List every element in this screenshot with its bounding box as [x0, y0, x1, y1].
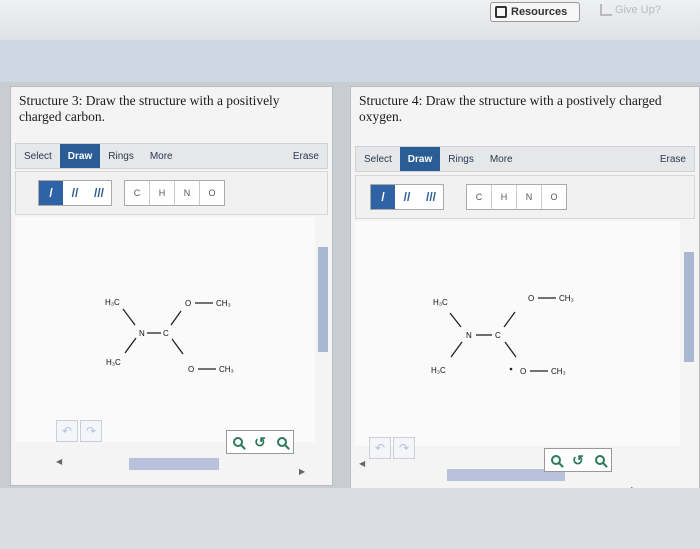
zoom-out-icon[interactable] — [271, 431, 293, 453]
hydrogen-button[interactable]: H — [150, 181, 175, 205]
atom-o-top: O — [185, 299, 191, 308]
carbon-button[interactable]: C — [125, 181, 150, 205]
undo-icon[interactable]: ↶ — [56, 420, 78, 442]
undo-redo-group: ↶ ↷ — [369, 437, 415, 459]
bond-ch3-n-bottom — [450, 341, 463, 358]
bond-c-o-top — [503, 311, 516, 328]
molecule-3: H₃C H₃C N C O O CH₃ CH₃ — [105, 298, 234, 374]
triple-bond-button[interactable]: /// — [87, 181, 111, 205]
atom-h3c-top: H₃C — [105, 298, 120, 307]
give-up-label: Give Up? — [615, 4, 661, 16]
molecule-4: H₃C H₃C N C O O CH₃ CH₃ — [431, 294, 574, 376]
rings-tab[interactable]: Rings — [100, 144, 142, 168]
atom-o-top: O — [528, 294, 534, 303]
redo-icon[interactable]: ↷ — [80, 420, 102, 442]
atom-h3c-top: H₃C — [433, 298, 448, 307]
single-bond-button[interactable]: / — [39, 181, 63, 205]
atom-c: C — [495, 331, 501, 340]
resources-icon — [495, 6, 507, 18]
atom-tools: C H N O — [124, 180, 225, 206]
vertical-scrollbar[interactable] — [318, 247, 328, 352]
header-band — [0, 40, 700, 82]
redo-icon[interactable]: ↷ — [393, 437, 415, 459]
hydrogen-button[interactable]: H — [492, 185, 517, 209]
structure-4-panel: Structure 4: Draw the structure with a p… — [350, 86, 700, 496]
double-bond-button[interactable]: // — [63, 181, 87, 205]
rings-tab[interactable]: Rings — [440, 147, 482, 171]
nitrogen-button[interactable]: N — [175, 181, 200, 205]
atom-n: N — [139, 329, 145, 338]
carbon-button[interactable]: C — [467, 185, 492, 209]
vertical-scrollbar[interactable] — [684, 252, 694, 362]
draw-tab[interactable]: Draw — [399, 147, 441, 171]
single-bond-button[interactable]: / — [371, 185, 395, 209]
scroll-left-icon[interactable]: ◀ — [359, 459, 365, 468]
top-bar: Resources Give Up? — [0, 0, 700, 40]
structure-4-tools: / // /// C H N O — [355, 175, 695, 219]
scroll-right-icon[interactable]: ▶ — [299, 467, 305, 476]
atom-h3c-bottom: H₃C — [106, 358, 121, 367]
atom-h3c-bottom: H₃C — [431, 366, 446, 375]
atom-c: C — [163, 329, 169, 338]
undo-icon[interactable]: ↶ — [369, 437, 391, 459]
undo-redo-group: ↶ ↷ — [56, 420, 102, 442]
structure-3-canvas[interactable]: H₃C H₃C N C O O CH₃ CH₃ — [15, 217, 315, 442]
structure-4-title: Structure 4: Draw the structure with a p… — [359, 93, 662, 124]
oxygen-button[interactable]: O — [200, 181, 224, 205]
triple-bond-button[interactable]: /// — [419, 185, 443, 209]
bond-c-o-bottom — [504, 341, 517, 358]
zoom-in-icon[interactable] — [545, 449, 567, 471]
zoom-controls: ↺ — [544, 448, 612, 472]
atom-ch3-bottom: CH₃ — [551, 367, 566, 376]
structure-3-panel: Structure 3: Draw the structure with a p… — [10, 86, 333, 486]
structure-4-toolbar: Select Draw Rings More Erase — [355, 146, 695, 172]
more-tab[interactable]: More — [142, 144, 181, 168]
atom-o-bottom: O — [520, 367, 526, 376]
select-tab[interactable]: Select — [356, 147, 400, 171]
structure-3-title: Structure 3: Draw the structure with a p… — [19, 93, 280, 124]
erase-button[interactable]: Erase — [285, 144, 327, 168]
horizontal-scrollbar[interactable] — [129, 458, 219, 470]
bond-c-o-bottom — [171, 338, 184, 355]
select-tab[interactable]: Select — [16, 144, 60, 168]
bond-ch3-n-bottom — [124, 337, 137, 354]
scroll-left-icon[interactable]: ◀ — [56, 457, 62, 466]
bond-ch3-n-top — [449, 312, 462, 328]
structure-4-canvas[interactable]: H₃C H₃C N C O O CH₃ CH₃ — [355, 221, 680, 446]
atom-n: N — [466, 331, 472, 340]
atom-tools: C H N O — [466, 184, 567, 210]
give-up-icon — [600, 4, 612, 16]
zoom-reset-icon[interactable]: ↺ — [249, 431, 271, 453]
erase-button[interactable]: Erase — [652, 147, 694, 171]
oxygen-button[interactable]: O — [542, 185, 566, 209]
bond-ch3-n-top — [122, 308, 136, 326]
bond-tools: / // /// — [370, 184, 444, 210]
more-tab[interactable]: More — [482, 147, 521, 171]
bond-c-o-top — [170, 310, 182, 326]
bottom-area — [0, 488, 700, 549]
atom-ch3-top: CH₃ — [559, 294, 574, 303]
zoom-in-icon[interactable] — [227, 431, 249, 453]
zoom-out-icon[interactable] — [589, 449, 611, 471]
zoom-controls: ↺ — [226, 430, 294, 454]
lone-pair-dot — [509, 367, 513, 371]
resources-button[interactable]: Resources — [490, 2, 580, 22]
atom-o-bottom: O — [188, 365, 194, 374]
structure-3-toolbar: Select Draw Rings More Erase — [15, 143, 328, 169]
nitrogen-button[interactable]: N — [517, 185, 542, 209]
double-bond-button[interactable]: // — [395, 185, 419, 209]
atom-ch3-bottom: CH₃ — [219, 365, 234, 374]
structure-3-tools: / // /// C H N O — [15, 171, 328, 215]
zoom-reset-icon[interactable]: ↺ — [567, 449, 589, 471]
bond-tools: / // /// — [38, 180, 112, 206]
resources-label: Resources — [511, 6, 568, 18]
draw-tab[interactable]: Draw — [59, 144, 101, 168]
atom-ch3-top: CH₃ — [216, 299, 231, 308]
give-up-button[interactable]: Give Up? — [600, 4, 661, 16]
